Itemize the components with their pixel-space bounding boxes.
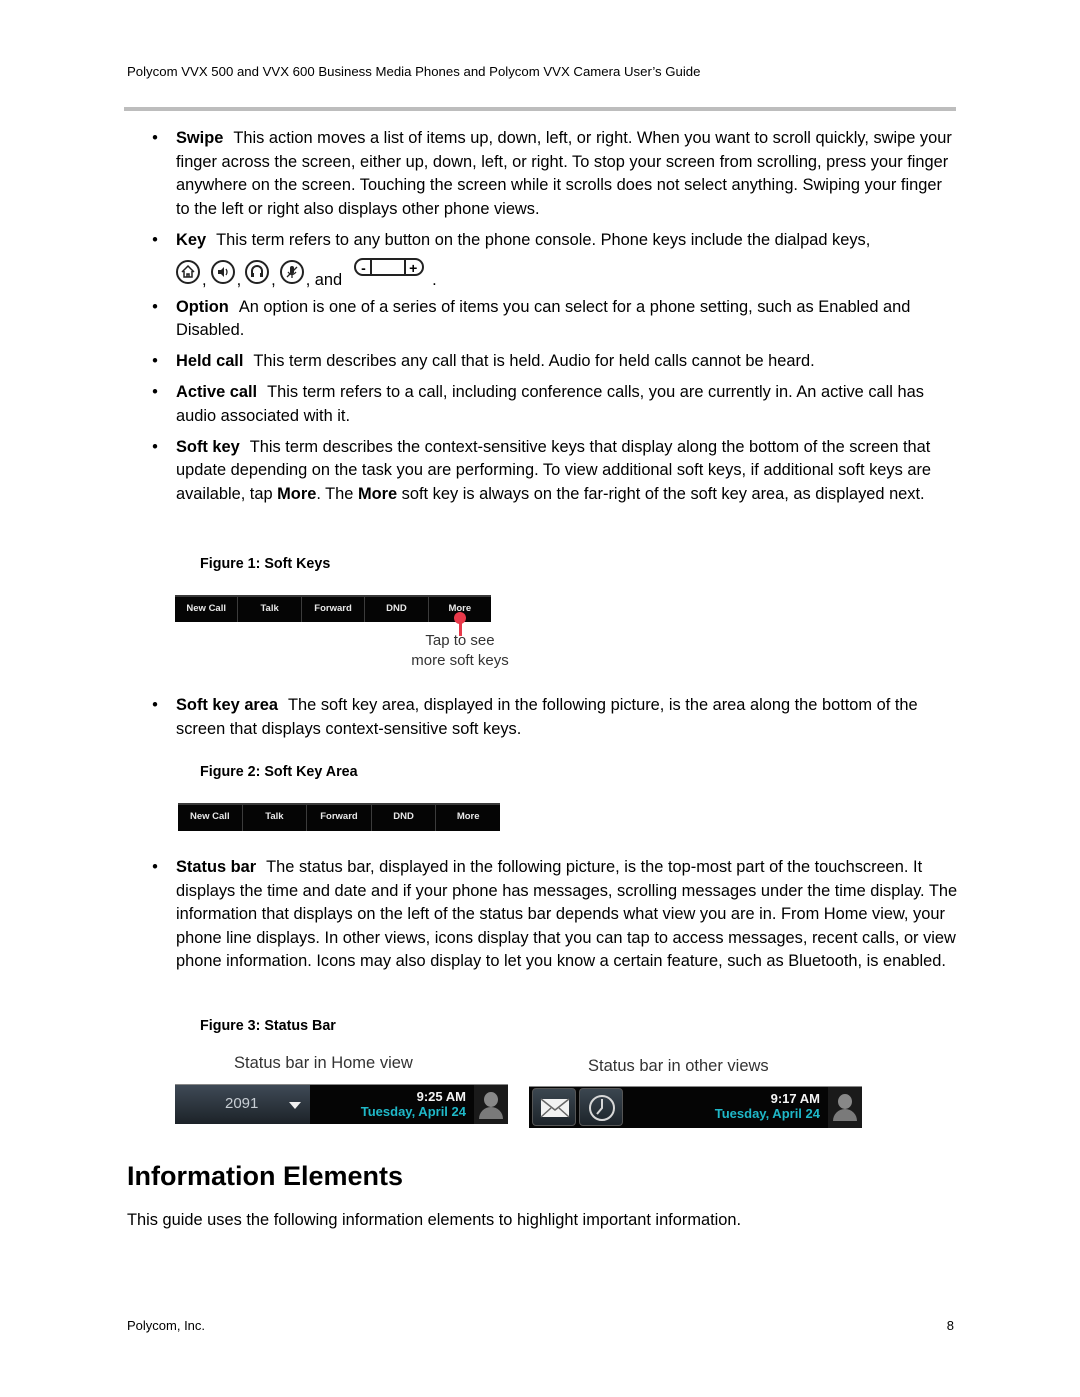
definition: This action moves a list of items up, do… [176,129,952,218]
time: 9:17 AM [770,1091,820,1106]
soft-key-forward: Forward [307,805,372,831]
bullet-dot: • [152,858,158,876]
page-number: 8 [946,1318,954,1333]
definition: An option is one of a series of items yo… [176,297,911,340]
soft-key-forward: Forward [302,597,366,622]
date: Tuesday, April 24 [360,1104,466,1119]
list-item-swipe: • Swipe This action moves a list of items… [148,127,958,221]
list-item-held-call: • Held call This term describes any call … [148,350,958,374]
bullet-dot: • [152,129,158,147]
running-header: Polycom VVX 500 and VVX 600 Business Med… [127,64,701,79]
speakerphone-key-icon [210,260,235,284]
definition: This term refers to a call, including co… [176,383,924,425]
header-rule [124,107,956,111]
messages-icon[interactable] [532,1088,576,1126]
bullet-dot: • [152,383,158,401]
definition-list-2: • Soft key area The soft key area, displa… [148,694,958,749]
figure-1-caption: Figure 1: Soft Keys [200,556,331,572]
definition: This term describes any call that is hel… [253,352,815,370]
list-item-active-call: • Active call This term refers to a call,… [148,381,958,428]
definition-part: soft key is always on the far-right of t… [397,484,925,503]
soft-key-new-call: New Call [178,805,243,831]
date: Tuesday, April 24 [714,1106,820,1121]
phone-line-selector[interactable]: 2091 [175,1085,310,1124]
time-date: 9:17 AM Tuesday, April 24 [715,1091,820,1121]
status-bar-other-views: 9:17 AM Tuesday, April 24 [529,1086,862,1128]
soft-key-talk: Talk [238,597,302,622]
more-emphasis: More [277,484,317,503]
term: Soft key area [176,696,279,714]
definition-part: . The [316,484,358,503]
term: Held call [176,352,244,370]
footer-company: Polycom, Inc. [127,1318,206,1333]
dropdown-triangle-icon [289,1102,301,1109]
user-avatar-icon [828,1087,862,1128]
figure-3-caption: Figure 3: Status Bar [200,1018,336,1034]
term: Swipe [176,129,224,147]
volume-key-icon: - + [354,258,425,276]
figure-2-soft-key-bar: New Call Talk Forward DND More [178,803,500,831]
section-body: This guide uses the following informatio… [127,1211,742,1229]
list-item-status-bar: • Status bar The status bar, displayed in… [148,856,958,974]
soft-key-talk: Talk [243,805,308,831]
definition: The soft key area, displayed in the foll… [176,696,918,738]
soft-key-dnd: DND [365,597,429,622]
user-avatar-icon [474,1085,508,1124]
home-key-icon [176,260,200,284]
time-date: 9:25 AM Tuesday, April 24 [361,1089,466,1119]
time: 9:25 AM [416,1089,466,1104]
recent-calls-clock-icon[interactable] [579,1088,623,1126]
list-item-soft-key-area: • Soft key area The soft key area, displa… [148,694,958,741]
definition-list: • Swipe This action moves a list of items… [148,127,958,514]
headset-key-icon [245,260,270,284]
list-item-soft-key: • Soft key This term describes the contex… [148,436,958,507]
key-icons-row: , , , , and - + . [176,254,958,288]
term: Key [176,230,207,249]
list-item-key: • Key This term refers to any button on t… [148,229,958,289]
home-view-label: Status bar in Home view [234,1054,413,1072]
list-item-option: • Option An option is one of a series of … [148,296,958,343]
term: Active call [176,383,258,401]
definition: The status bar, displayed in the followi… [176,858,958,970]
soft-key-dnd: DND [372,805,437,831]
more-emphasis: More [357,484,398,503]
definition: This term refers to any button on the ph… [216,230,871,249]
bullet-dot: • [152,696,158,714]
bullet-dot: • [152,297,158,316]
term: Status bar [176,858,257,876]
term: Option [176,297,229,316]
mute-key-icon [279,260,304,284]
bullet-dot: • [152,230,158,249]
phone-line-number: 2091 [225,1095,259,1112]
bullet-dot: • [152,352,158,370]
soft-key-more: More [456,811,480,822]
status-bar-home-view: 2091 9:25 AM Tuesday, April 24 [175,1084,508,1124]
bullet-dot: • [152,437,158,456]
figure-2-caption: Figure 2: Soft Key Area [200,764,358,780]
section-heading: Information Elements [127,1161,404,1191]
other-views-label: Status bar in other views [588,1057,769,1075]
callout-text: Tap to see more soft keys [411,632,509,669]
term: Soft key [176,437,240,456]
figure-1-soft-key-bar: New Call Talk Forward DND More [175,595,491,622]
soft-key-new-call: New Call [175,597,239,622]
definition-list-3: • Status bar The status bar, displayed in… [148,856,958,981]
